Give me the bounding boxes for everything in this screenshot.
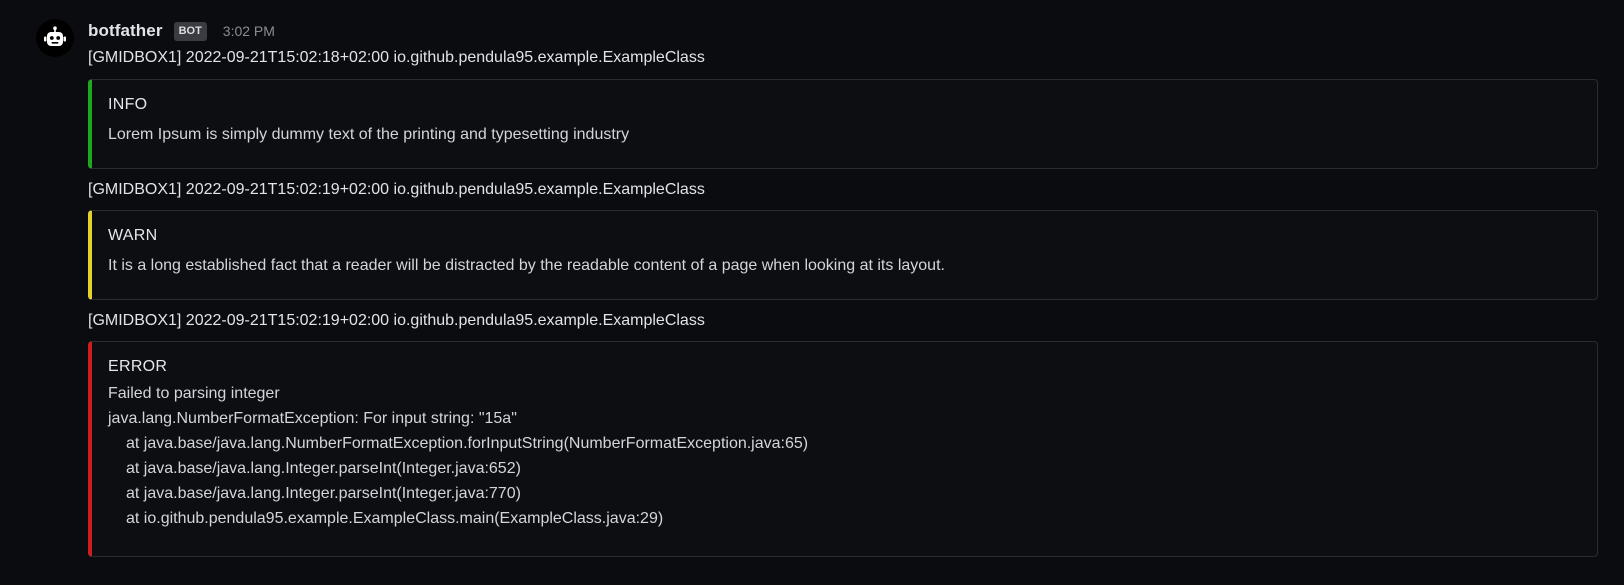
warn-attachment: WARN It is a long established fact that … <box>88 210 1598 300</box>
attachment-title: WARN <box>108 227 158 244</box>
message-content: botfather BOT 3:02 PM [GMIDBOX1] 2022-09… <box>88 18 1598 557</box>
info-attachment: INFO Lorem Ipsum is simply dummy text of… <box>88 79 1598 169</box>
message-header: botfather BOT 3:02 PM <box>88 18 1598 44</box>
log-source-line: [GMIDBOX1] 2022-09-21T15:02:19+02:00 io.… <box>88 181 705 198</box>
robot-icon <box>44 26 66 46</box>
error-message: Failed to parsing integer <box>108 385 280 402</box>
author-name[interactable]: botfather <box>88 21 163 41</box>
error-attachment: ERROR Failed to parsing integer java.lang… <box>88 341 1598 557</box>
log-source-line: [GMIDBOX1] 2022-09-21T15:02:18+02:00 io.… <box>88 49 705 66</box>
stack-frame: at java.base/java.lang.Integer.parseInt(… <box>126 485 521 502</box>
log-source-line: [GMIDBOX1] 2022-09-21T15:02:19+02:00 io.… <box>88 312 705 329</box>
attachment-text: It is a long established fact that a rea… <box>108 257 945 274</box>
stack-frame: at io.github.pendula95.example.ExampleCl… <box>126 510 664 527</box>
exception-line: java.lang.NumberFormatException: For inp… <box>108 410 517 427</box>
bot-badge: BOT <box>173 21 207 41</box>
message-timestamp[interactable]: 3:02 PM <box>223 23 275 39</box>
attachment-text: Lorem Ipsum is simply dummy text of the … <box>108 126 630 143</box>
bot-avatar[interactable] <box>36 19 74 57</box>
attachment-title: INFO <box>108 96 148 113</box>
stack-trace: Failed to parsing integer java.lang.Numbe… <box>108 381 1579 531</box>
attachment-title: ERROR <box>108 358 168 375</box>
stack-frame: at java.base/java.lang.NumberFormatExcep… <box>126 435 809 452</box>
stack-frame: at java.base/java.lang.Integer.parseInt(… <box>126 460 521 477</box>
chat-message: botfather BOT 3:02 PM [GMIDBOX1] 2022-09… <box>0 0 1624 585</box>
